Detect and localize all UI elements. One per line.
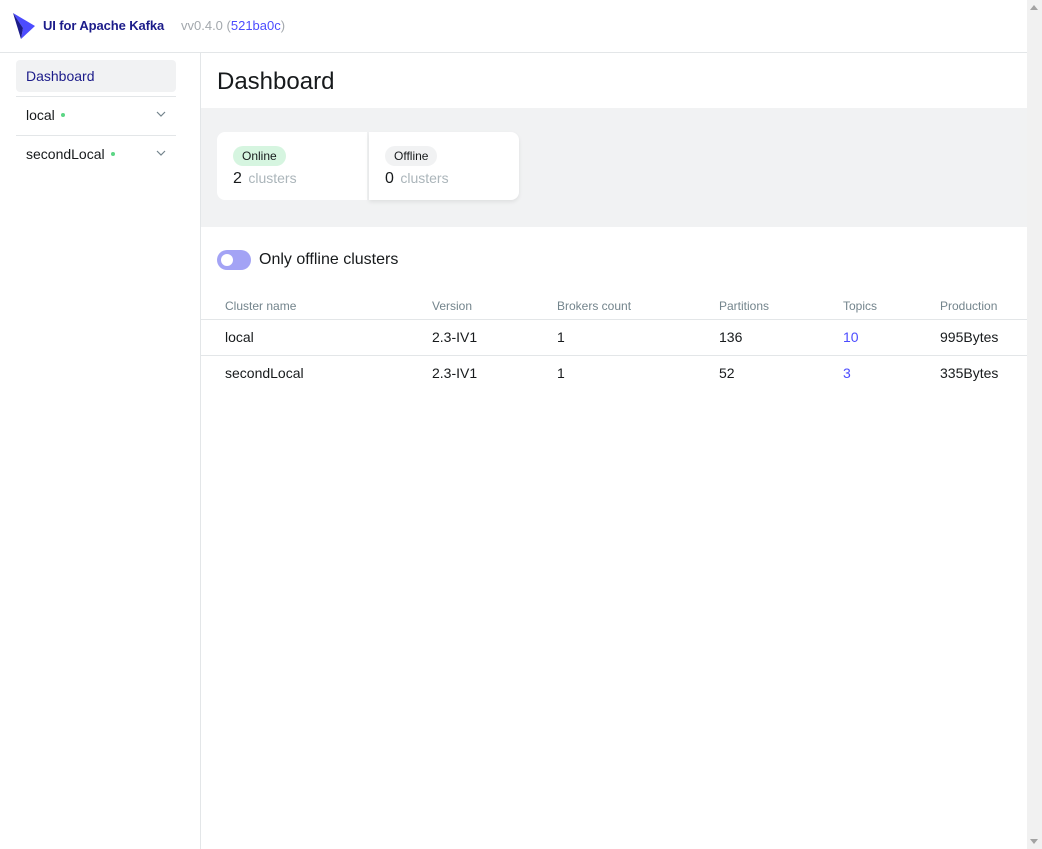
partitions-cell: 52 [719,365,735,382]
online-badge: Online [233,146,286,166]
scroll-up-arrow-icon[interactable] [1030,5,1038,10]
table-row: local 2.3-IV1 1 136 10 995Bytes [201,319,1027,356]
brand-title[interactable]: UI for Apache Kafka [43,18,164,33]
version-cell: 2.3-IV1 [408,319,533,356]
version-suffix: ) [280,18,286,33]
clusters-table: Cluster name Version Brokers count Parti… [201,293,1027,391]
table-header-row: Cluster name Version Brokers count Parti… [201,293,1027,320]
online-status-dot-icon [110,152,115,157]
main-content: Dashboard Online 2 clusters Offline 0 cl… [201,53,1027,849]
online-count-unit: clusters [248,170,297,186]
version-info: vv0.4.0 (521ba0c) [181,18,285,33]
top-navbar: UI for Apache Kafka vv0.4.0 (521ba0c) [0,0,1027,53]
vertical-scrollbar[interactable] [1027,0,1042,849]
production-cell: 335Bytes [940,365,999,382]
topics-link[interactable]: 10 [819,319,916,356]
offline-count: 0 clusters [385,170,503,188]
online-clusters-metric: Online 2 clusters [217,132,367,200]
version-text: vv0.4.0 ( [181,18,231,33]
cluster-name-cell: local [201,319,408,356]
kafka-logo-icon[interactable] [12,12,36,40]
commit-link[interactable]: 521ba0c [231,18,281,33]
column-header-topics: Topics [819,293,916,320]
online-count-value: 2 [233,170,242,187]
online-status-dot-icon [60,113,65,118]
brokers-count-cell: 1 [557,365,565,382]
sidebar-item-label: local [26,107,55,123]
column-header-cluster-name: Cluster name [201,293,408,320]
offline-count-unit: clusters [400,170,449,186]
page-title: Dashboard [217,68,335,95]
production-cell: 995Bytes [916,319,1027,356]
toggle-knob [221,254,233,266]
chevron-down-icon[interactable] [156,109,166,119]
cluster-name-cell: secondLocal [225,365,304,382]
column-header-production: Production [916,293,1027,320]
brokers-count-cell: 1 [533,319,695,356]
scroll-down-arrow-icon[interactable] [1030,839,1038,844]
offline-clusters-metric: Offline 0 clusters [369,132,519,200]
table-row: secondLocal 2.3-IV1 1 52 3 335Bytes [201,355,1027,391]
offline-only-toggle[interactable] [217,250,251,270]
chevron-down-icon[interactable] [156,148,166,158]
sidebar-item-secondlocal[interactable]: secondLocal [16,135,176,173]
column-header-partitions: Partitions [695,293,819,320]
sidebar: Dashboard local secondLocal [0,53,201,849]
column-header-version: Version [408,293,533,320]
column-header-brokers-count: Brokers count [533,293,695,320]
offline-count-value: 0 [385,170,394,187]
offline-only-toggle-label[interactable]: Only offline clusters [259,251,398,269]
partitions-cell: 136 [695,319,819,356]
offline-filter-row: Only offline clusters [217,250,398,270]
topics-link[interactable]: 3 [819,355,916,391]
sidebar-item-label: secondLocal [26,146,105,162]
offline-badge: Offline [385,146,438,166]
sidebar-item-local[interactable]: local [16,96,176,134]
online-count: 2 clusters [233,170,351,188]
version-cell: 2.3-IV1 [432,365,478,382]
sidebar-item-dashboard[interactable]: Dashboard [16,60,176,92]
metrics-section: Online 2 clusters Offline 0 clusters [201,108,1027,227]
